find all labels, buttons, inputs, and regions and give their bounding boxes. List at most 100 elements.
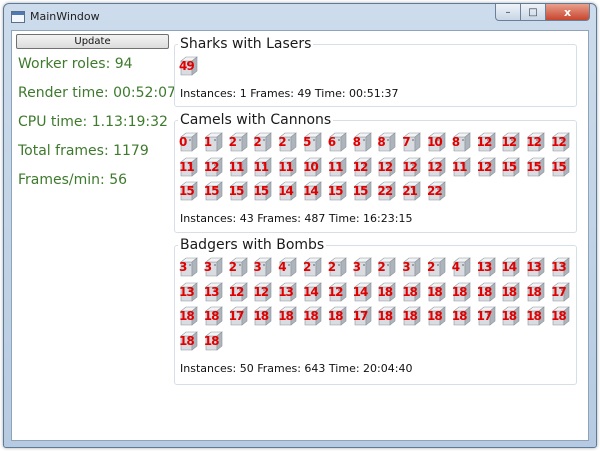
window-title: MainWindow <box>30 10 100 23</box>
frame-tile: 18 <box>204 306 224 326</box>
frame-tile: 2 <box>427 257 447 277</box>
group-sharks-with-lasers: Sharks with Lasers 49 Instances: 1 Frame… <box>174 36 577 107</box>
frame-number: 11 <box>228 159 245 174</box>
frame-number: 3 <box>203 260 212 274</box>
stat-total-frames: Total frames: 1179 <box>18 143 149 159</box>
frame-tile: 15 <box>204 181 224 201</box>
frame-tile: 2 <box>328 257 348 277</box>
frame-number: 2 <box>278 135 286 149</box>
frame-tile: 17 <box>477 306 497 326</box>
group-info: Instances: 50 Frames: 643 Time: 20:04:40 <box>180 362 413 375</box>
frame-tile: 12 <box>229 281 249 302</box>
frame-number: 8 <box>377 135 385 149</box>
frame-number: 18 <box>476 284 493 299</box>
frame-tile: 18 <box>452 306 472 326</box>
frame-number: 17 <box>352 309 369 323</box>
frame-tile: 18 <box>427 306 447 326</box>
frame-number: 3 <box>179 260 187 274</box>
frame-number: 18 <box>427 284 443 299</box>
frame-tile: 17 <box>229 306 249 326</box>
stat-cpu-time: CPU time: 1.13:19:32 <box>18 114 168 130</box>
frame-tile: 22 <box>377 181 397 201</box>
group-camels-with-cannons: Camels with Cannons 0 1 2 2 2 5 6 8 8 7 10 8 12 12 12 1… <box>174 112 577 233</box>
frame-tile: 18 <box>179 306 199 326</box>
frame-tile: 21 <box>402 181 422 201</box>
frame-number: 18 <box>427 309 443 323</box>
frame-number: 4 <box>278 260 286 274</box>
frame-tile: 18 <box>452 281 472 302</box>
frame-number: 22 <box>427 184 443 198</box>
frame-number: 15 <box>228 184 245 198</box>
frame-number: 18 <box>278 309 294 323</box>
frame-number: 13 <box>526 260 542 274</box>
frame-tile: 18 <box>278 306 298 326</box>
frame-number: 18 <box>327 309 344 323</box>
frame-tile: 4 <box>452 257 472 277</box>
frame-tile: 18 <box>253 306 273 326</box>
frame-tile: 12 <box>253 281 273 302</box>
frame-tile: 2 <box>229 132 249 152</box>
frame-number: 17 <box>476 309 493 323</box>
frame-tile: 4 <box>278 257 298 277</box>
frame-tile: 18 <box>526 281 546 302</box>
frame-number: 18 <box>203 333 220 348</box>
frame-number: 15 <box>501 159 517 174</box>
close-button[interactable]: x <box>546 4 590 21</box>
frame-number: 17 <box>228 309 245 323</box>
frame-number: 6 <box>327 135 336 149</box>
frame-number: 14 <box>352 284 369 299</box>
frame-tile: 18 <box>402 281 422 302</box>
frame-number: 18 <box>402 284 418 299</box>
frame-tile: 2 <box>229 257 249 277</box>
frame-number: 5 <box>303 135 311 149</box>
frame-number: 15 <box>253 184 269 198</box>
group-title: Badgers with Bombs <box>178 237 327 253</box>
frame-tile: 12 <box>526 132 546 152</box>
frame-tile: 2 <box>278 132 298 152</box>
frame-tile: 18 <box>551 306 571 326</box>
frame-tile: 12 <box>377 156 397 177</box>
frame-number: 18 <box>253 309 269 323</box>
frame-tile: 12 <box>427 156 447 177</box>
group-badgers-with-bombs: Badgers with Bombs 3 3 2 3 4 2 2 3 2 3 2 4 13 14 13 13 1… <box>174 237 577 385</box>
update-button[interactable]: Update <box>16 34 169 49</box>
frame-number: 12 <box>501 135 517 149</box>
frame-tile: 10 <box>427 132 447 152</box>
frame-number: 7 <box>402 135 410 149</box>
stat-worker-roles: Worker roles: 94 <box>18 56 133 72</box>
stat-frames-per-min: Frames/min: 56 <box>18 172 128 188</box>
minimize-button[interactable]: – <box>495 4 521 21</box>
group-info: Instances: 1 Frames: 49 Time: 00:51:37 <box>180 87 399 100</box>
frame-number: 15 <box>327 184 344 198</box>
frame-tile: 13 <box>179 281 199 302</box>
maximize-button[interactable]: □ <box>521 4 546 21</box>
frame-number: 11 <box>451 159 468 174</box>
frame-tile: 2 <box>253 132 273 152</box>
frame-number: 10 <box>427 135 443 149</box>
frame-tile: 18 <box>303 306 323 326</box>
frame-tile: 12 <box>551 132 571 152</box>
frame-tile: 13 <box>278 281 298 302</box>
frame-number: 14 <box>303 184 319 198</box>
frame-tile: 18 <box>203 330 224 351</box>
frame-number: 12 <box>526 135 542 149</box>
stat-render-time: Render time: 00:52:07 <box>18 85 176 101</box>
frame-tile: 2 <box>377 257 397 277</box>
frame-tile: 18 <box>526 306 546 326</box>
frame-tile: 13 <box>526 257 546 277</box>
frame-number: 12 <box>327 284 344 299</box>
frame-number: 18 <box>377 284 393 299</box>
frame-tile: 3 <box>402 257 422 277</box>
frame-tile: 12 <box>477 156 497 177</box>
frame-number: 18 <box>377 309 393 323</box>
maximize-icon: □ <box>528 6 538 18</box>
title-bar[interactable]: MainWindow – □ x <box>4 4 596 30</box>
frame-tile: 6 <box>328 132 348 152</box>
frame-tile: 13 <box>477 257 497 277</box>
frame-number: 15 <box>179 184 195 198</box>
frame-tile: 15 <box>229 181 249 201</box>
window-icon <box>11 11 25 23</box>
frame-number: 18 <box>203 309 220 323</box>
frame-tile: 11 <box>451 156 472 177</box>
window-controls: – □ x <box>495 4 590 22</box>
